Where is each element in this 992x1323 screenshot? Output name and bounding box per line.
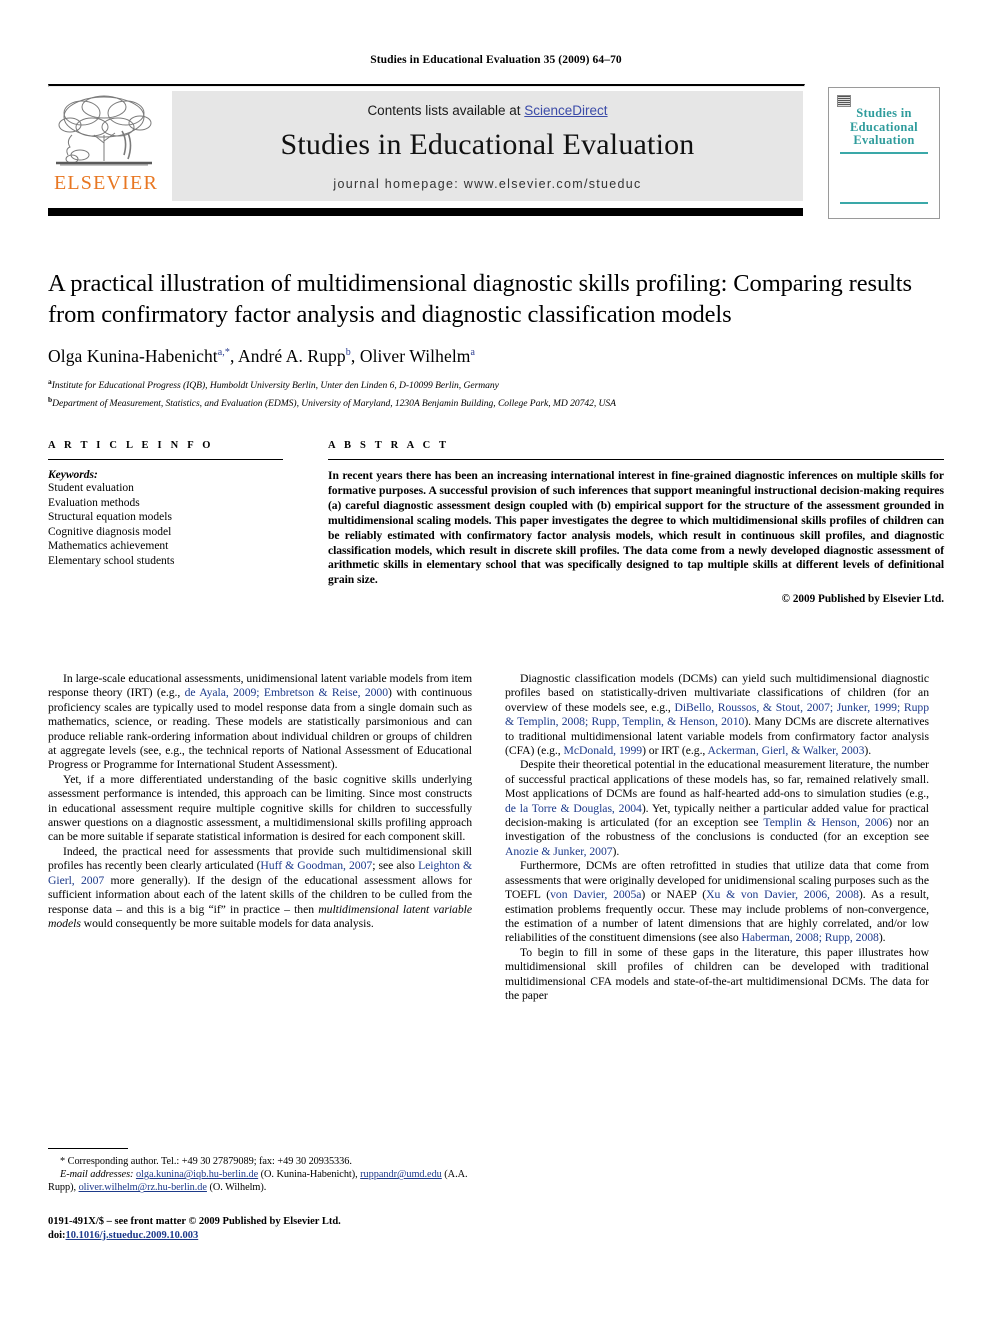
article-body: In large-scale educational assessments, …	[48, 672, 944, 1132]
email-addresses-note: E-mail addresses: olga.kunina@iqb.hu-ber…	[48, 1168, 472, 1194]
cover-rule-bottom	[840, 202, 928, 204]
affiliation-b: bDepartment of Measurement, Statistics, …	[48, 394, 944, 411]
email-owner-1: (O. Kunina-Habenicht),	[258, 1169, 358, 1181]
article-info-column: A R T I C L E I N F O Keywords: Student …	[48, 440, 283, 569]
article-info-rule	[48, 459, 283, 460]
body-column-left: In large-scale educational assessments, …	[48, 672, 472, 931]
keyword-item: Mathematics achievement	[48, 540, 169, 553]
citation-ref[interactable]: de Ayala, 2009; Embretson & Reise, 2000	[185, 686, 388, 699]
abstract-column: A B S T R A C T In recent years there ha…	[328, 440, 944, 605]
keyword-item: Structural equation models	[48, 511, 172, 524]
email-owner-3: (O. Wilhelm).	[206, 1182, 267, 1194]
email-addresses-label: E-mail addresses:	[60, 1169, 134, 1181]
footnote-rule	[48, 1148, 128, 1149]
page-title: A practical illustration of multidimensi…	[48, 270, 912, 328]
journal-cover-thumbnail[interactable]: Studies in Educational Evaluation	[828, 87, 940, 219]
email-link-3[interactable]: oliver.wilhelm@rz.hu-berlin.de	[79, 1182, 207, 1193]
footnote-block: * Corresponding author. Tel.: +49 30 278…	[48, 1148, 472, 1243]
article-page: Studies in Educational Evaluation 35 (20…	[0, 0, 992, 1323]
journal-title: Studies in Educational Evaluation	[280, 128, 695, 161]
body-column-right: Diagnostic classification models (DCMs) …	[505, 672, 929, 1003]
body-paragraph: Diagnostic classification models (DCMs) …	[505, 672, 930, 758]
citation-ref[interactable]: Haberman, 2008; Rupp, 2008	[742, 931, 879, 944]
issn-copyright-block: 0191-491X/$ – see front matter © 2009 Pu…	[48, 1215, 472, 1243]
journal-masthead: ELSEVIER Contents lists available at Sci…	[48, 84, 944, 219]
contents-available-line: Contents lists available at ScienceDirec…	[172, 103, 803, 118]
author-list: Olga Kunina-Habenichta,*, André A. Ruppb…	[48, 346, 476, 366]
corresponding-author-note: * Corresponding author. Tel.: +49 30 278…	[60, 1156, 352, 1167]
journal-homepage[interactable]: journal homepage: www.elsevier.com/stued…	[172, 177, 803, 191]
keyword-item: Cognitive diagnosis model	[48, 525, 172, 538]
doi-line: doi:10.1016/j.stueduc.2009.10.003	[48, 1229, 472, 1243]
contents-prefix: Contents lists available at	[367, 103, 525, 118]
article-info-heading: A R T I C L E I N F O	[48, 440, 214, 451]
cover-rule-top	[840, 152, 928, 154]
email-link-2[interactable]: ruppandr@umd.edu	[360, 1169, 442, 1180]
copyright-line: © 2009 Published by Elsevier Ltd.	[781, 593, 944, 606]
doi-label: doi:	[48, 1229, 66, 1241]
body-paragraph: Indeed, the practical need for assessmen…	[48, 844, 473, 930]
abstract-text: In recent years there has been an increa…	[328, 469, 944, 587]
running-head: Studies in Educational Evaluation 35 (20…	[370, 54, 622, 66]
issn-line: 0191-491X/$ – see front matter © 2009 Pu…	[48, 1215, 341, 1227]
citation-ref[interactable]: Templin & Henson, 2006	[763, 816, 888, 829]
cover-barcode-icon	[837, 95, 851, 107]
elsevier-tree-icon	[56, 95, 152, 166]
body-paragraph: Furthermore, DCMs are often retrofitted …	[505, 859, 930, 945]
citation-ref[interactable]: Ackerman, Gierl, & Walker, 2003	[708, 744, 865, 757]
keywords-label: Keywords:	[48, 469, 98, 481]
citation-ref[interactable]: McDonald, 1999	[564, 744, 643, 757]
title-block: A practical illustration of multidimensi…	[48, 268, 944, 410]
cover-journal-title: Studies in Educational Evaluation	[850, 106, 918, 147]
masthead-black-bar	[48, 208, 803, 216]
masthead-body: ELSEVIER Contents lists available at Sci…	[48, 87, 944, 219]
affiliation-a: aInstitute for Educational Progress (IQB…	[48, 376, 944, 393]
journal-banner: Contents lists available at ScienceDirec…	[172, 91, 803, 201]
keywords-list: Student evaluation Evaluation methods Stru…	[48, 481, 283, 569]
citation-ref[interactable]: de la Torre & Douglas, 2004	[505, 802, 642, 815]
journal-cover-inner: Studies in Educational Evaluation	[833, 92, 935, 214]
citation-ref[interactable]: DiBello, Roussos, & Stout, 2007; Junker,…	[505, 701, 929, 728]
keyword-item: Student evaluation	[48, 482, 134, 494]
body-paragraph: To begin to fill in some of these gaps i…	[505, 945, 929, 1002]
emphasis-text: multidimensional latent variable models	[48, 902, 472, 930]
body-paragraph: Despite their theoretical potential in t…	[505, 758, 929, 858]
citation-ref[interactable]: Huff & Goodman, 2007	[260, 859, 372, 872]
citation-ref[interactable]: Xu & von Davier, 2006, 2008	[706, 888, 859, 901]
elsevier-wordmark: ELSEVIER	[53, 172, 159, 194]
body-paragraph: In large-scale educational assessments, …	[48, 672, 472, 772]
affiliation-b-text: Department of Measurement, Statistics, a…	[52, 397, 616, 409]
body-paragraph: Yet, if a more differentiated understand…	[48, 772, 472, 844]
elsevier-logo: ELSEVIER	[52, 91, 162, 201]
keyword-item: Evaluation methods	[48, 496, 140, 509]
citation-ref[interactable]: Anozie & Junker, 2007	[505, 845, 613, 858]
sciencedirect-link[interactable]: ScienceDirect	[524, 103, 607, 118]
keyword-item: Elementary school students	[48, 554, 175, 567]
doi-link[interactable]: 10.1016/j.stueduc.2009.10.003	[66, 1230, 199, 1241]
abstract-heading: A B S T R A C T	[328, 440, 450, 451]
citation-ref[interactable]: von Davier, 2005a	[550, 888, 641, 901]
abstract-rule	[328, 459, 944, 460]
affiliation-a-text: Institute for Educational Progress (IQB)…	[51, 380, 499, 392]
email-link-1[interactable]: olga.kunina@iqb.hu-berlin.de	[136, 1169, 258, 1180]
